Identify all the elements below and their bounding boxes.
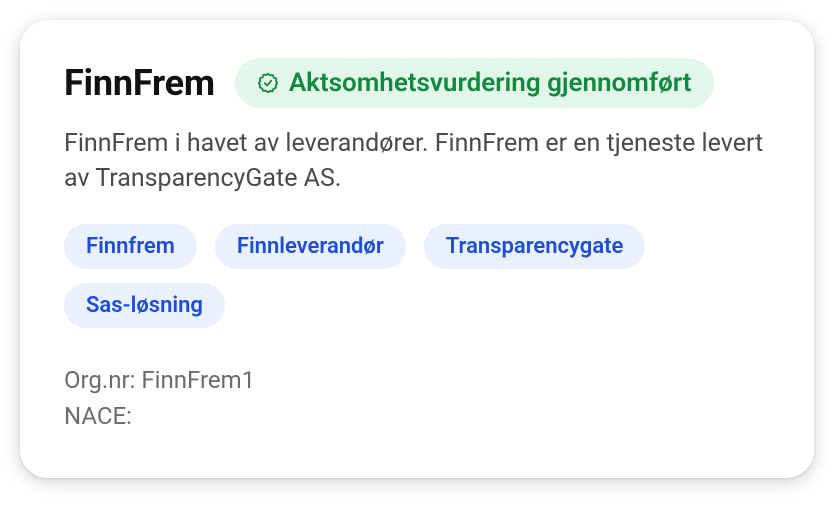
tag-item[interactable]: Finnfrem: [64, 224, 197, 269]
orgnr-value: FinnFrem1: [141, 366, 255, 394]
company-card: FinnFrem Aktsomhetsvurdering gjennomført…: [20, 20, 814, 478]
meta-section: Org.nr: FinnFrem1 NACE:: [64, 362, 770, 434]
tag-item[interactable]: Transparencygate: [424, 224, 646, 269]
tag-item[interactable]: Sas-løsning: [64, 283, 225, 328]
nace-row: NACE:: [64, 398, 770, 434]
nace-label: NACE:: [64, 402, 132, 430]
company-title: FinnFrem: [64, 62, 215, 104]
orgnr-label: Org.nr:: [64, 366, 135, 394]
check-badge-icon: [257, 72, 279, 94]
tag-list: Finnfrem Finnleverandør Transparencygate…: [64, 224, 770, 328]
status-badge-label: Aktsomhetsvurdering gjennomført: [289, 68, 692, 98]
company-description: FinnFrem i havet av leverandører. FinnFr…: [64, 126, 770, 196]
orgnr-row: Org.nr: FinnFrem1: [64, 362, 770, 398]
tag-item[interactable]: Finnleverandør: [215, 224, 406, 269]
card-header: FinnFrem Aktsomhetsvurdering gjennomført: [64, 58, 770, 108]
status-badge: Aktsomhetsvurdering gjennomført: [235, 58, 714, 108]
